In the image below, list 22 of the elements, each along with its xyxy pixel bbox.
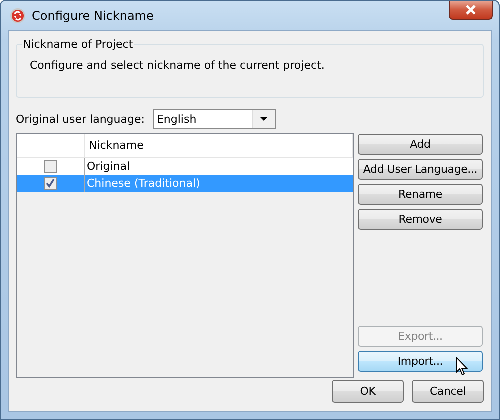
dialog-button[interactable]: OK xyxy=(332,380,404,403)
dialog-button[interactable]: Cancel xyxy=(412,380,484,403)
window-title: Configure Nickname xyxy=(32,8,154,22)
nickname-cell-text: Chinese (Traditional) xyxy=(86,176,202,192)
close-button[interactable] xyxy=(449,1,493,20)
action-button[interactable]: Rename xyxy=(358,184,483,205)
language-dropdown[interactable]: English xyxy=(152,109,276,129)
mouse-cursor-icon xyxy=(456,357,468,376)
action-button[interactable]: Add xyxy=(358,134,483,155)
action-button[interactable]: Remove xyxy=(358,209,483,230)
nickname-cell-text: Original xyxy=(86,159,132,175)
app-logo-icon xyxy=(10,8,26,24)
checkbox[interactable] xyxy=(44,160,57,173)
language-label: Original user language: xyxy=(16,112,145,126)
action-button[interactable]: Import... xyxy=(358,351,483,372)
group-title: Nickname of Project xyxy=(22,38,134,51)
group-description: Configure and select nickname of the current project. xyxy=(30,59,326,72)
table-row[interactable]: Original xyxy=(17,158,353,175)
action-button[interactable]: Add User Language... xyxy=(358,159,483,180)
close-icon xyxy=(465,5,477,15)
checkbox[interactable] xyxy=(44,177,57,190)
dropdown-arrow-icon xyxy=(260,117,268,121)
